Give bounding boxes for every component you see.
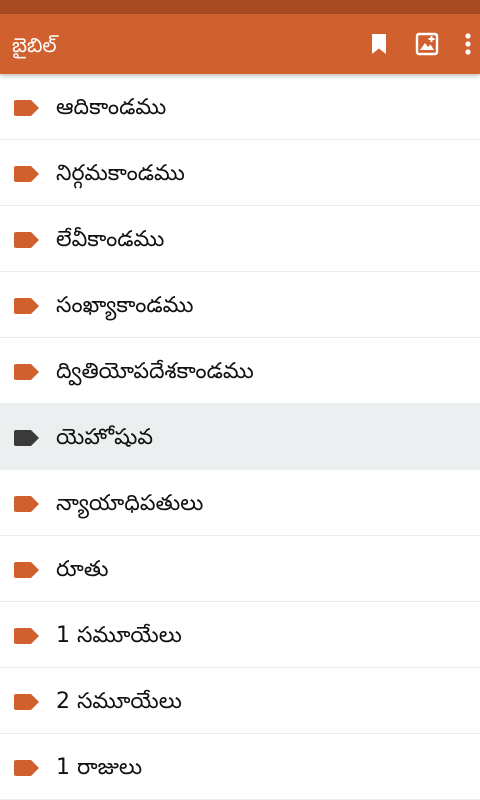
book-list-item[interactable]: 1 సమూయేలు — [0, 602, 480, 668]
book-list-item[interactable]: ద్వితియోపదేశకాండము — [0, 338, 480, 404]
label-tag-icon — [14, 628, 39, 644]
book-list-item[interactable]: ఆదికాండము — [0, 74, 480, 140]
book-title: నిర్గమకాండము — [56, 161, 185, 186]
book-list: ఆదికాండము నిర్గమకాండము లేవీకాండము సంఖ్యాకాం… — [0, 74, 480, 800]
label-tag-icon — [14, 760, 39, 776]
book-list-item[interactable]: యెహోషువ — [0, 404, 480, 470]
book-list-item[interactable]: నిర్గమకాండము — [0, 140, 480, 206]
label-tag-icon — [14, 694, 39, 710]
label-tag-icon — [14, 496, 39, 512]
book-title: 1 రాజులు — [56, 755, 143, 780]
book-title: ద్వితియోపదేశకాండము — [56, 359, 254, 384]
label-tag-icon — [14, 100, 39, 116]
book-title: ఆదికాండము — [56, 95, 167, 120]
book-title: రూతు — [56, 557, 109, 582]
book-title: యెహోషువ — [56, 425, 154, 450]
label-tag-icon — [14, 430, 39, 446]
book-title: 1 సమూయేలు — [56, 623, 182, 648]
book-title: 2 సమూయేలు — [56, 689, 182, 714]
book-title: లేవీకాండము — [56, 227, 165, 252]
label-tag-icon — [14, 298, 39, 314]
book-list-item[interactable]: 2 సమూయేలు — [0, 668, 480, 734]
book-list-item[interactable]: రూతు — [0, 536, 480, 602]
book-title: సంఖ్యాకాండము — [56, 293, 194, 318]
book-list-item[interactable]: లేవీకాండము — [0, 206, 480, 272]
label-tag-icon — [14, 364, 39, 380]
book-list-item[interactable]: న్యాయాధిపతులు — [0, 470, 480, 536]
app-title: బైబిల్ — [12, 33, 57, 57]
bookmark-icon — [372, 34, 386, 54]
status-bar — [0, 0, 480, 14]
app-bar: బైబిల్ — [0, 14, 480, 74]
book-title: న్యాయాధిపతులు — [56, 491, 204, 516]
more-vert-icon — [465, 33, 471, 55]
more-options-button[interactable] — [450, 14, 480, 74]
label-tag-icon — [14, 562, 39, 578]
export-image-icon — [415, 32, 439, 56]
book-list-item[interactable]: సంఖ్యాకాండము — [0, 272, 480, 338]
bookmark-button[interactable] — [359, 14, 399, 74]
export-image-button[interactable] — [407, 14, 447, 74]
label-tag-icon — [14, 232, 39, 248]
label-tag-icon — [14, 166, 39, 182]
book-list-item[interactable]: 1 రాజులు — [0, 734, 480, 800]
